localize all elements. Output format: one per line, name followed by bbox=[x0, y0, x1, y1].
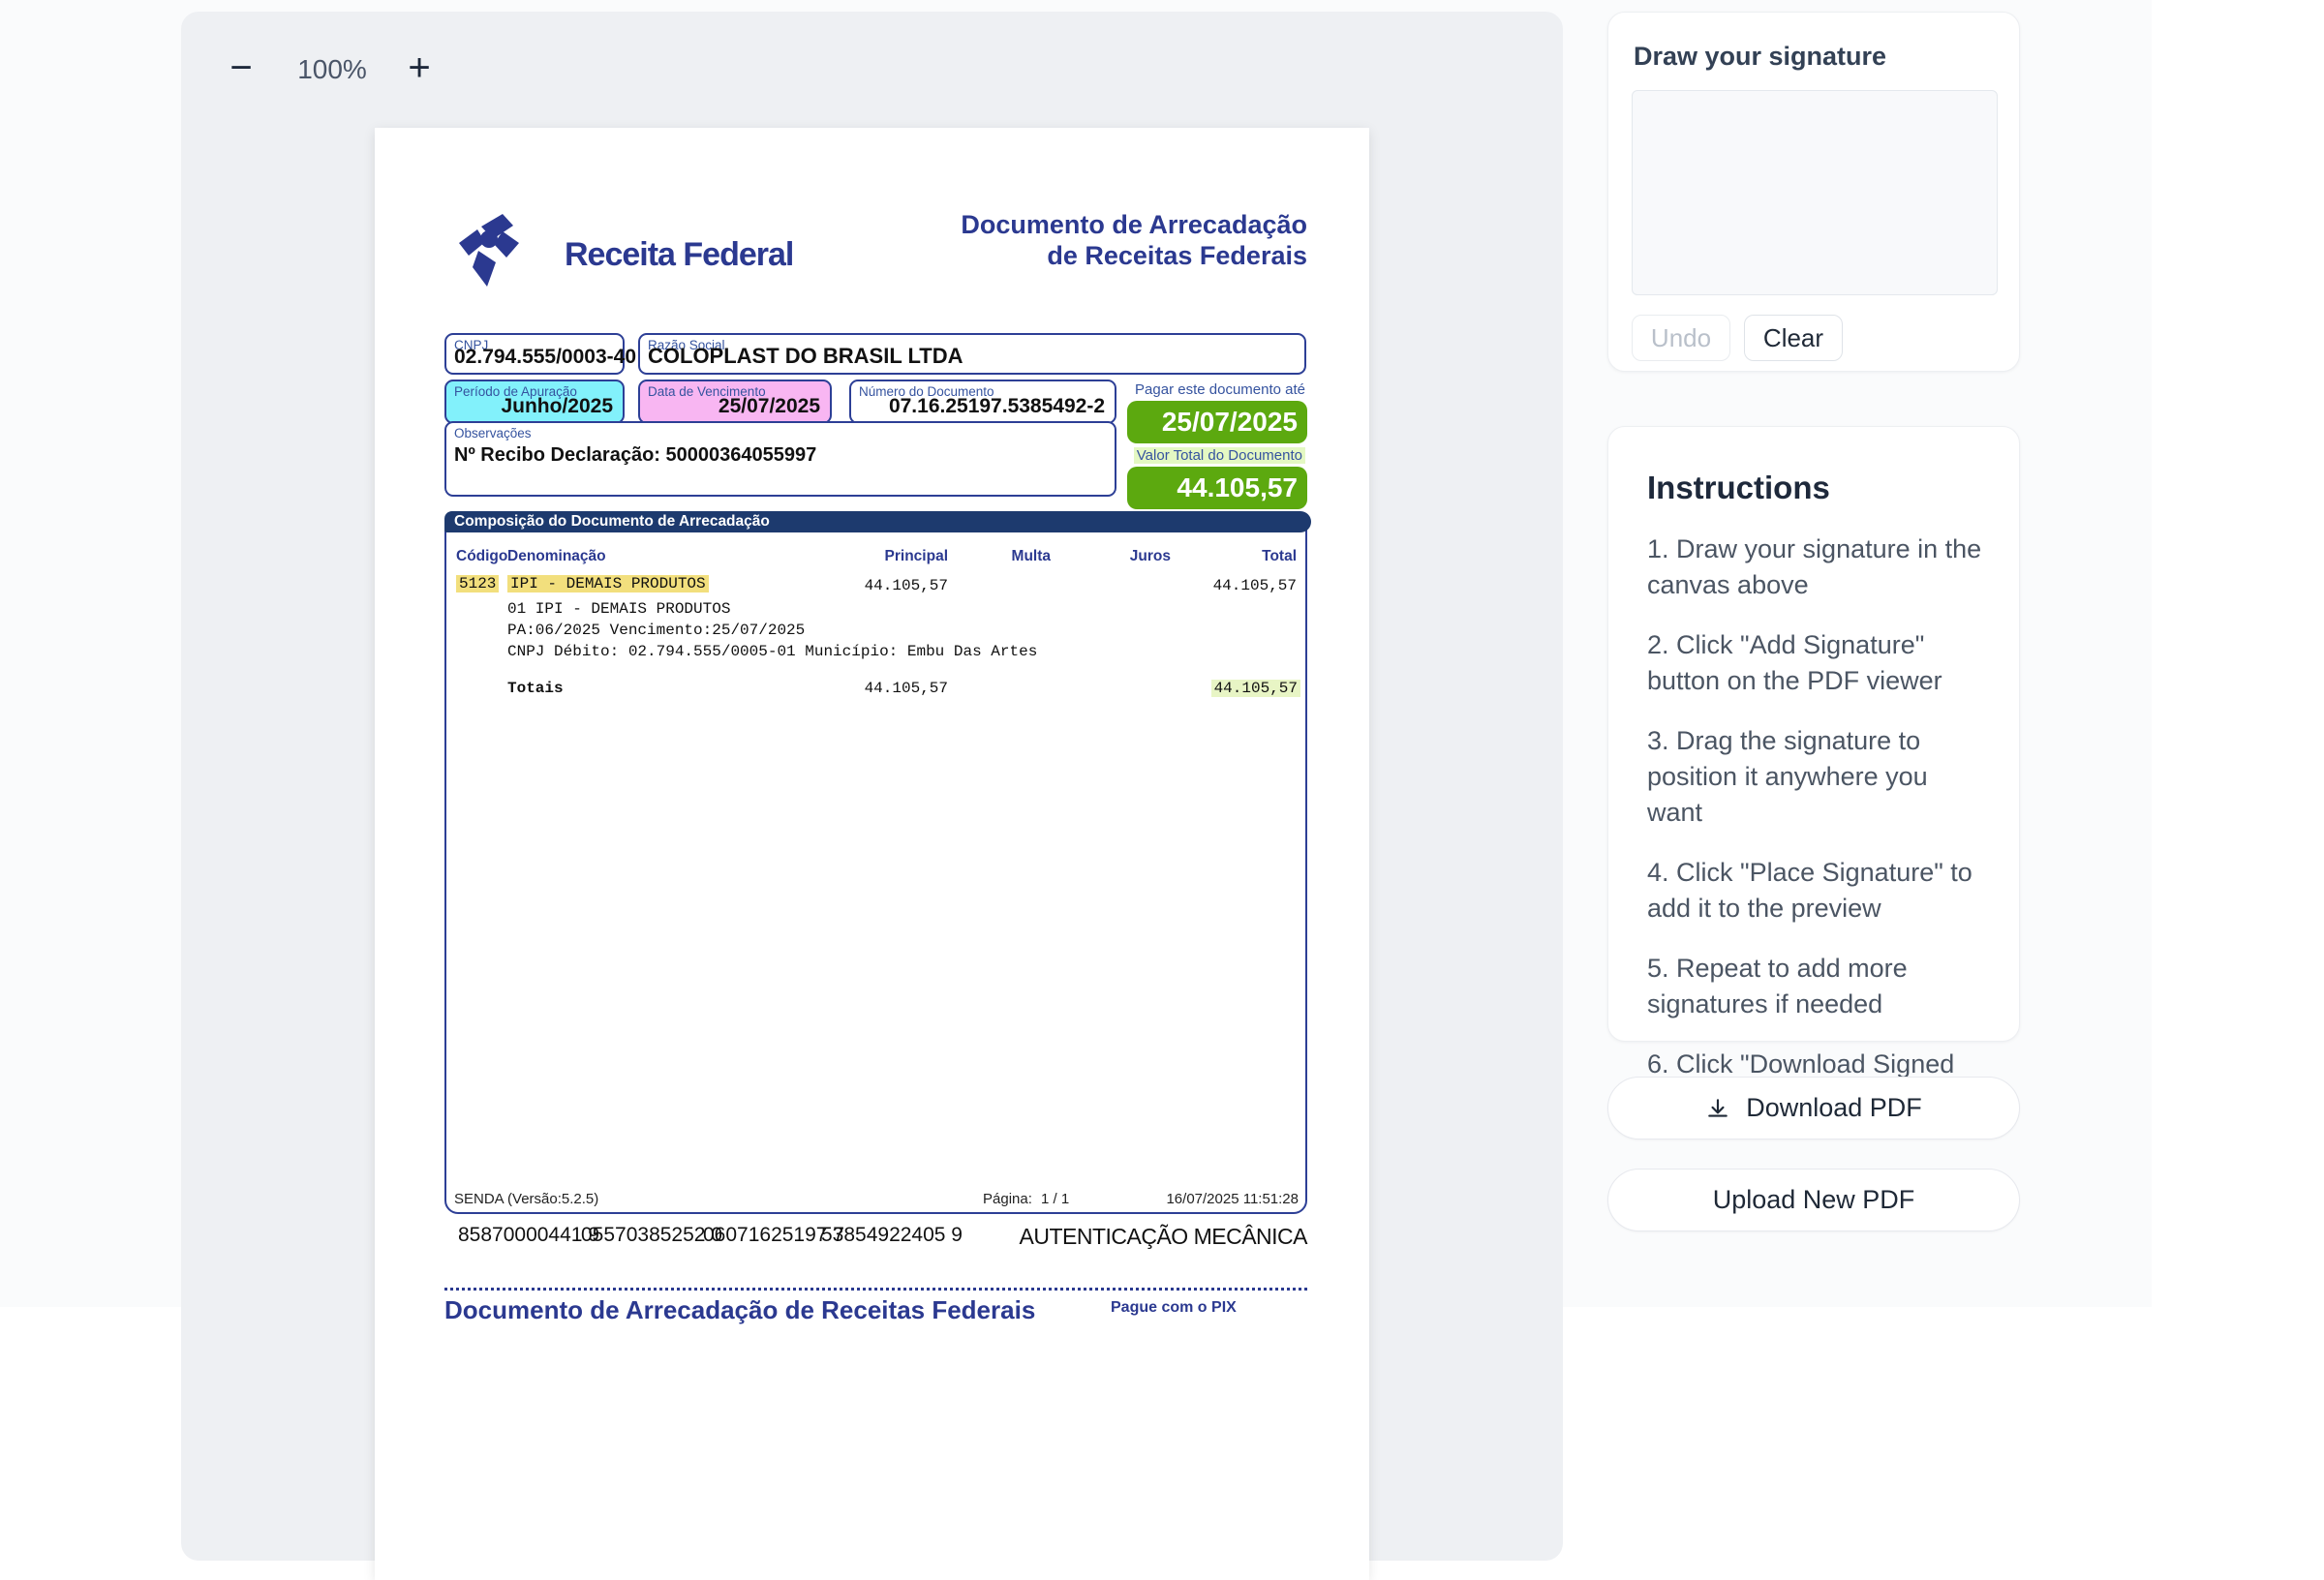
document-title: Documento de Arrecadação de Receitas Fed… bbox=[961, 209, 1307, 271]
col-codigo: Código bbox=[456, 548, 507, 565]
download-pdf-label: Download PDF bbox=[1746, 1093, 1922, 1123]
col-total: Total bbox=[1180, 548, 1297, 565]
footer-app-version: SENDA (Versão:5.2.5) bbox=[454, 1191, 598, 1207]
cnpj-field: CNPJ 02.794.555/0003-40 bbox=[444, 333, 625, 375]
totals-label: Totais bbox=[507, 680, 564, 697]
instructions-list: 1. Draw your signature in the canvas abo… bbox=[1647, 532, 1988, 1142]
signature-card-title: Draw your signature bbox=[1634, 42, 1886, 72]
row-detail: CNPJ Débito: 02.794.555/0005-01 Municípi… bbox=[507, 643, 1037, 660]
razao-social-value: COLOPLAST DO BRASIL LTDA bbox=[648, 344, 1295, 369]
observacoes-field: Observações Nº Recibo Declaração: 500003… bbox=[444, 421, 1116, 497]
col-juros: Juros bbox=[1055, 548, 1171, 565]
barcode-group: 53854922405 9 bbox=[821, 1224, 963, 1247]
valor-total-value: 44.105,57 bbox=[1127, 467, 1307, 509]
instructions-title: Instructions bbox=[1647, 470, 1830, 506]
instruction-item: 4. Click "Place Signature" to add it to … bbox=[1647, 855, 1988, 927]
data-vencimento-value: 25/07/2025 bbox=[648, 395, 820, 418]
signature-card: Draw your signature Undo Clear bbox=[1607, 12, 2020, 372]
upload-new-pdf-button[interactable]: Upload New PDF bbox=[1607, 1169, 2020, 1231]
numero-documento-field: Número do Documento 07.16.25197.5385492-… bbox=[849, 380, 1116, 424]
auth-text: AUTENTICAÇÃO MECÂNICA bbox=[1020, 1224, 1307, 1250]
zoom-in-button[interactable]: + bbox=[398, 46, 441, 89]
pix-label: Pague com o PIX bbox=[1111, 1299, 1237, 1317]
brand-text: Receita Federal bbox=[565, 236, 793, 274]
footer-page-value: 1 / 1 bbox=[1041, 1191, 1069, 1207]
row-denominacao: IPI - DEMAIS PRODUTOS bbox=[507, 575, 709, 592]
instruction-item: 5. Repeat to add more signatures if need… bbox=[1647, 951, 1988, 1022]
cnpj-value: 02.794.555/0003-40 bbox=[454, 346, 613, 369]
row-principal: 44.105,57 bbox=[774, 577, 948, 594]
periodo-apuracao-value: Junho/2025 bbox=[454, 395, 613, 418]
pagar-ate-label: Pagar este documento até bbox=[1135, 381, 1305, 398]
zoom-level: 100% bbox=[274, 54, 390, 85]
composition-table-title: Composição do Documento de Arrecadação bbox=[444, 511, 1311, 532]
download-icon bbox=[1705, 1096, 1730, 1121]
pdf-page: Receita Federal Documento de Arrecadação… bbox=[375, 128, 1369, 1580]
row-detail: 01 IPI - DEMAIS PRODUTOS bbox=[507, 600, 730, 618]
totals-total: 44.105,57 bbox=[1175, 680, 1300, 697]
instructions-card: Instructions 1. Draw your signature in t… bbox=[1607, 426, 2020, 1042]
row-codigo: 5123 bbox=[456, 575, 499, 592]
instruction-item: 1. Draw your signature in the canvas abo… bbox=[1647, 532, 1988, 603]
row-detail: PA:06/2025 Vencimento:25/07/2025 bbox=[507, 622, 805, 639]
observacoes-label: Observações bbox=[454, 426, 532, 441]
undo-button[interactable]: Undo bbox=[1632, 315, 1730, 361]
upload-new-pdf-label: Upload New PDF bbox=[1713, 1185, 1915, 1215]
instruction-item: 2. Click "Add Signature" button on the P… bbox=[1647, 627, 1988, 699]
plus-icon: + bbox=[408, 46, 430, 89]
page-cut-divider bbox=[444, 1288, 1307, 1291]
instruction-item: 3. Drag the signature to position it any… bbox=[1647, 723, 1988, 831]
next-page-title: Documento de Arrecadação de Receitas Fed… bbox=[444, 1295, 1035, 1325]
composition-table: Composição do Documento de Arrecadação C… bbox=[444, 511, 1307, 1214]
zoom-out-button[interactable]: − bbox=[220, 46, 262, 89]
totals-principal: 44.105,57 bbox=[774, 680, 948, 697]
observacoes-value: Nº Recibo Declaração: 50000364055997 bbox=[454, 444, 816, 467]
app-background: − 100% + Receita Federal Documento de Ar… bbox=[0, 0, 2152, 1307]
barcode-group: 05570385252 0 bbox=[581, 1224, 722, 1247]
valor-total-label: Valor Total do Documento bbox=[1134, 447, 1305, 464]
minus-icon: − bbox=[229, 46, 252, 89]
receita-federal-logo bbox=[443, 207, 559, 304]
row-total: 44.105,57 bbox=[1180, 577, 1297, 594]
clear-button[interactable]: Clear bbox=[1744, 315, 1843, 361]
signature-canvas[interactable] bbox=[1632, 90, 1998, 295]
periodo-apuracao-field: Período de Apuração Junho/2025 bbox=[444, 380, 625, 424]
pdf-viewer-panel[interactable]: − 100% + Receita Federal Documento de Ar… bbox=[181, 12, 1563, 1561]
razao-social-field: Razão Social COLOPLAST DO BRASIL LTDA bbox=[638, 333, 1306, 375]
col-denominacao: Denominação bbox=[507, 548, 606, 565]
col-multa: Multa bbox=[934, 548, 1051, 565]
footer-datetime: 16/07/2025 11:51:28 bbox=[1166, 1191, 1299, 1207]
footer-page-label: Página: bbox=[983, 1191, 1032, 1207]
col-principal: Principal bbox=[774, 548, 948, 565]
data-vencimento-field: Data de Vencimento 25/07/2025 bbox=[638, 380, 832, 424]
numero-documento-value: 07.16.25197.5385492-2 bbox=[859, 395, 1105, 418]
barcode-group: 85870000441 9 bbox=[458, 1224, 599, 1247]
pagar-ate-value: 25/07/2025 bbox=[1127, 401, 1307, 443]
download-pdf-button[interactable]: Download PDF bbox=[1607, 1077, 2020, 1139]
